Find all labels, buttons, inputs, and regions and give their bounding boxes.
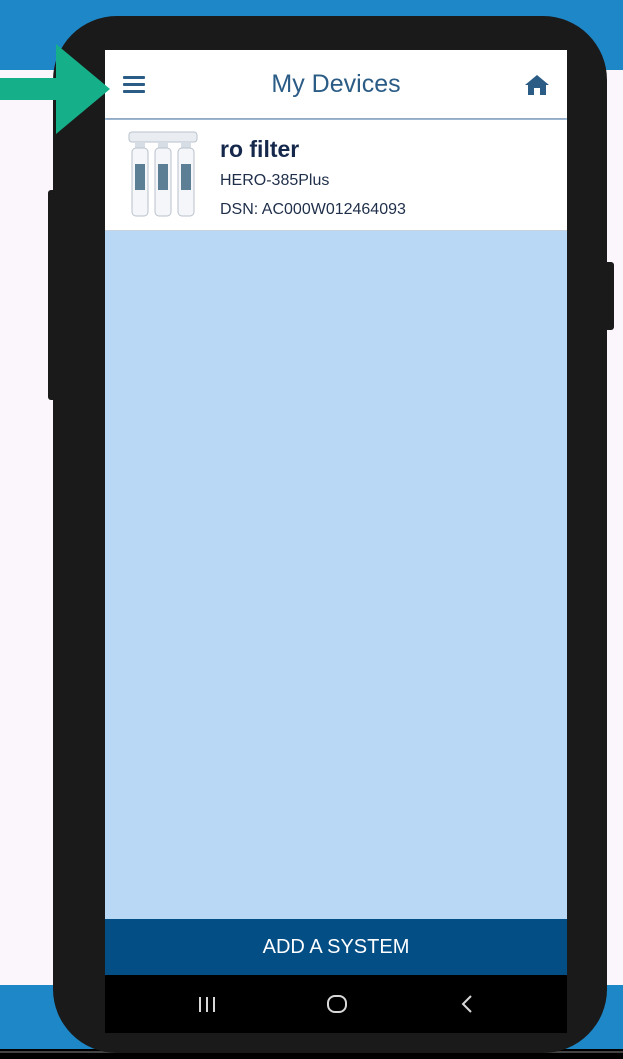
back-button[interactable] (447, 989, 487, 1019)
home-circle-icon (327, 995, 347, 1013)
nav-home-button[interactable] (317, 989, 357, 1019)
device-list-item[interactable]: ro filter HERO-385Plus DSN: AC000W012464… (105, 120, 567, 231)
device-model: HERO-385Plus (220, 172, 330, 189)
device-dsn: DSN: AC000W012464093 (220, 201, 406, 218)
recents-icon (199, 997, 215, 1012)
recents-button[interactable] (187, 989, 227, 1019)
add-system-button[interactable]: ADD A SYSTEM (105, 919, 567, 975)
device-name: ro filter (220, 136, 300, 162)
home-icon (525, 75, 549, 95)
android-nav-bar (105, 975, 567, 1033)
page-title: My Devices (271, 70, 401, 98)
ro-filter-image (128, 131, 198, 217)
home-button[interactable] (523, 72, 551, 98)
back-chevron-icon (461, 995, 472, 1013)
green-arrow-pointer (0, 44, 110, 134)
app-header: My Devices (105, 50, 567, 118)
device-image (127, 130, 199, 220)
app-screen: My Devices ro filter HERO-385Plus DSN: A… (105, 50, 567, 1033)
